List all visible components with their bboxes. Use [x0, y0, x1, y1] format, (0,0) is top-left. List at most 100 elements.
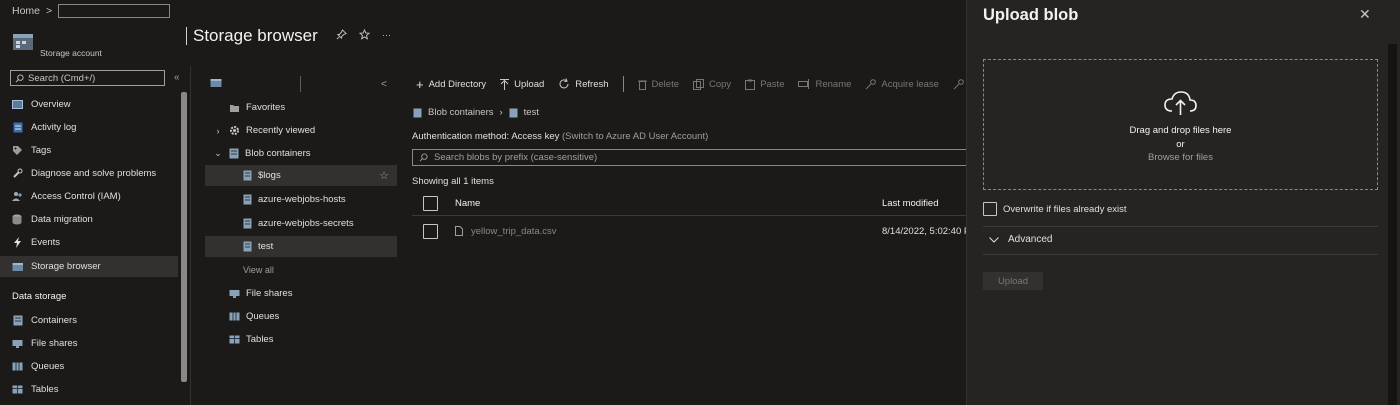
blob-search-input[interactable]: Search blobs by prefix (case-sensitive)	[412, 149, 972, 166]
divider	[983, 254, 1378, 255]
browse-files-link[interactable]: Browse for files	[983, 152, 1378, 163]
authentication-method: Authentication method: Access key (Switc…	[412, 131, 708, 142]
tree-item-recently-viewed[interactable]: › Recently viewed	[205, 120, 397, 141]
nav-item-tables[interactable]: Tables	[0, 379, 178, 400]
nav-scrollbar[interactable]	[181, 92, 187, 382]
tree-item-tables[interactable]: Tables	[205, 329, 397, 350]
nav-item-label: File shares	[31, 338, 78, 349]
chevron-down-icon[interactable]: ⌄	[213, 148, 223, 159]
chevron-right-icon: ›	[499, 107, 503, 118]
panel-scrollbar[interactable]	[1388, 44, 1397, 405]
table-row[interactable]: yellow_trip_data.csv 8/14/2022, 5:02:40 …	[412, 218, 972, 244]
container-icon	[243, 194, 252, 205]
nav-item-label: Overview	[31, 99, 71, 110]
refresh-icon	[558, 78, 570, 90]
chevron-down-icon	[989, 236, 999, 243]
advanced-label: Advanced	[1008, 234, 1053, 245]
advanced-toggle[interactable]: Advanced	[989, 234, 1052, 245]
tree-label: test	[258, 241, 274, 252]
column-last-modified[interactable]: Last modified	[882, 198, 939, 209]
lease-icon	[865, 78, 877, 90]
nav-item-diagnose[interactable]: Diagnose and solve problems	[0, 163, 178, 184]
container-icon	[243, 170, 252, 181]
paste-button[interactable]: Paste	[745, 79, 784, 90]
nav-item-label: Queues	[31, 361, 65, 372]
close-icon[interactable]: ✕	[1359, 6, 1371, 23]
nav-item-label: Storage browser	[31, 261, 101, 272]
blob-containers-icon	[413, 108, 422, 118]
container-icon	[243, 241, 252, 252]
tree-item-webjobs-secrets[interactable]: azure-webjobs-secrets	[205, 213, 397, 234]
upload-icon	[500, 78, 510, 90]
nav-item-events[interactable]: Events	[0, 232, 178, 253]
page-title: Storage browser	[186, 26, 318, 46]
breadcrumb-home[interactable]: Home	[12, 5, 40, 17]
nav-item-label: Diagnose and solve problems	[31, 168, 157, 179]
collapse-nav-button[interactable]: «	[174, 72, 180, 83]
paste-label: Paste	[760, 78, 785, 90]
overwrite-option[interactable]: Overwrite if files already exist	[983, 202, 1127, 216]
nav-section-data-storage: Data storage	[12, 291, 67, 302]
star-icon[interactable]	[359, 29, 370, 40]
nav-search-input[interactable]: Search (Cmd+/)	[10, 70, 165, 86]
view-all-link[interactable]: View all	[243, 265, 274, 275]
refresh-button[interactable]: Refresh	[558, 78, 609, 90]
nav-item-iam[interactable]: Access Control (IAM)	[0, 186, 178, 207]
tree-item-file-shares[interactable]: File shares	[205, 283, 397, 304]
add-directory-button[interactable]: + Add Directory	[416, 77, 486, 92]
breadcrumb-current-box[interactable]	[58, 4, 171, 18]
storage-tree-icon	[210, 78, 222, 88]
select-all-checkbox[interactable]	[423, 196, 438, 211]
rename-button[interactable]: Rename	[798, 79, 851, 90]
page-title-text: Storage browser	[193, 26, 318, 45]
nav-item-storage-browser[interactable]: Storage browser	[0, 256, 178, 277]
switch-auth-link[interactable]: (Switch to Azure AD User Account)	[562, 131, 708, 142]
nav-item-queues[interactable]: Queues	[0, 356, 178, 377]
acquire-lease-button[interactable]: Acquire lease	[865, 79, 939, 90]
file-name-link[interactable]: yellow_trip_data.csv	[455, 226, 882, 237]
crumb-blob-containers[interactable]: Blob containers	[428, 107, 493, 118]
nav-item-containers[interactable]: Containers	[0, 310, 178, 331]
upload-submit-button[interactable]: Upload	[983, 272, 1043, 290]
tree-item-favorites[interactable]: Favorites	[205, 97, 397, 118]
overview-icon	[12, 99, 23, 110]
tree-item-blob-containers[interactable]: ⌄ Blob containers	[205, 143, 397, 164]
plus-icon: +	[416, 76, 424, 92]
divider	[983, 226, 1378, 227]
tree-item-queues[interactable]: Queues	[205, 306, 397, 327]
nav-item-file-shares[interactable]: File shares	[0, 333, 178, 354]
nav-item-data-migration[interactable]: Data migration	[0, 209, 178, 230]
collapse-tree-button[interactable]: <	[381, 79, 387, 90]
upload-button[interactable]: Upload	[500, 78, 545, 90]
tree-item-logs[interactable]: $logs ☆	[205, 165, 397, 186]
tree-item-webjobs-hosts[interactable]: azure-webjobs-hosts	[205, 189, 397, 210]
tree-label: Queues	[246, 311, 280, 322]
column-name[interactable]: Name	[455, 198, 882, 209]
chevron-right-icon[interactable]: ›	[213, 126, 223, 136]
blob-breadcrumb: Blob containers › test	[413, 107, 539, 118]
favorite-star-icon[interactable]: ☆	[379, 169, 389, 182]
nav-item-overview[interactable]: Overview	[0, 94, 178, 115]
delete-button[interactable]: Delete	[637, 78, 679, 90]
nav-item-activity-log[interactable]: Activity log	[0, 117, 178, 138]
row-checkbox[interactable]	[423, 223, 438, 239]
storage-account-icon	[12, 32, 34, 52]
break-lease-icon	[953, 78, 964, 90]
tree-label: Recently viewed	[246, 125, 316, 136]
delete-label: Delete	[651, 78, 679, 90]
item-count: Showing all 1 items	[412, 176, 494, 187]
command-separator	[622, 76, 624, 92]
tree-item-test[interactable]: test	[205, 236, 397, 257]
containers-icon	[12, 315, 23, 326]
nav-search-placeholder: Search (Cmd+/)	[28, 72, 96, 84]
acquire-lease-label: Acquire lease	[881, 78, 939, 90]
more-options[interactable]: ···	[382, 30, 391, 40]
auth-value: Access key	[511, 131, 560, 142]
nav-item-tags[interactable]: Tags	[0, 140, 178, 161]
copy-button[interactable]: Copy	[693, 78, 731, 90]
tree-label: Favorites	[246, 102, 286, 113]
overwrite-checkbox[interactable]	[983, 202, 997, 216]
pin-icon[interactable]	[336, 29, 347, 40]
upload-label: Upload	[514, 78, 545, 90]
copy-icon	[693, 78, 704, 90]
